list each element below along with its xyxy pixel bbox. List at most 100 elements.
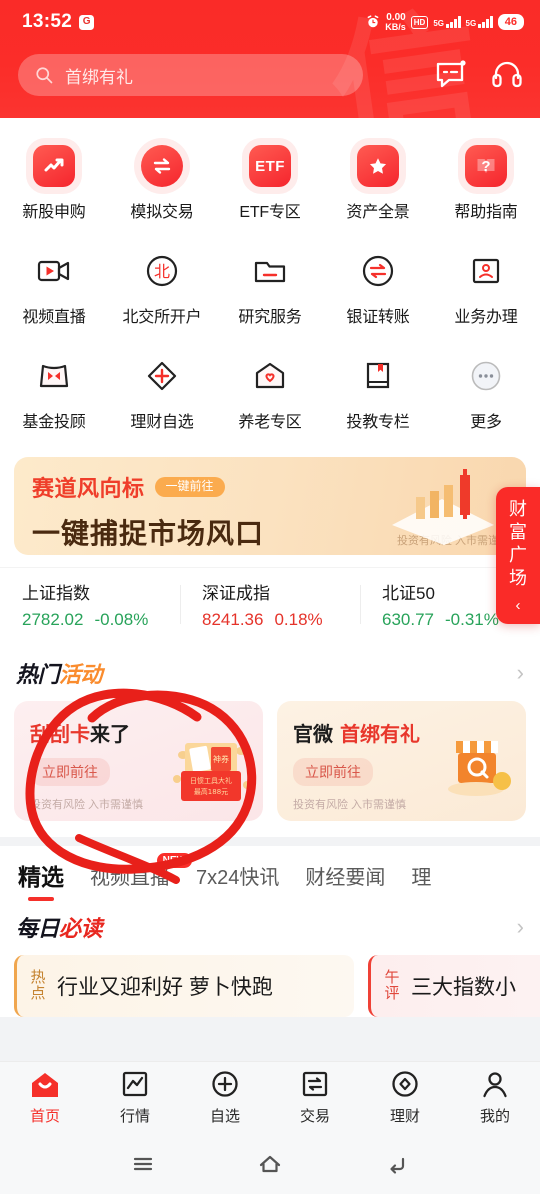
banner-title: 赛道风向标	[32, 477, 145, 502]
chevron-right-icon[interactable]: ›	[517, 662, 524, 684]
trade-icon	[302, 1071, 328, 1096]
nav-label: 我的	[479, 1107, 510, 1125]
grid-item-asset-overview[interactable]: 资产全景	[324, 132, 432, 233]
search-row: 首绑有礼	[0, 44, 540, 106]
chevron-right-icon[interactable]: ›	[517, 916, 524, 938]
bookmark-book-icon	[353, 351, 403, 401]
grid-item-label: 研究服务	[238, 309, 302, 326]
grid-item-label: ETF专区	[239, 204, 301, 221]
grid-item-label: 基金投顾	[22, 414, 86, 431]
index-value: 2782.02	[22, 610, 84, 629]
index-item-sse[interactable]: 上证指数 2782.02 -0.08%	[0, 579, 180, 630]
activity-card-wechat-bind[interactable]: 官微 首绑有礼 立即前往 投资有风险 入市需谨慎	[277, 701, 526, 821]
news-badge: 热点	[30, 969, 46, 1002]
battery-indicator: 46	[497, 14, 524, 30]
hot-activity-title-a: 热门	[16, 663, 60, 688]
nav-item-profile[interactable]: 我的	[450, 1070, 540, 1126]
chevron-left-icon[interactable]: ‹	[516, 597, 521, 614]
menu-icon[interactable]	[126, 1147, 160, 1181]
tab-featured[interactable]: 精选	[18, 858, 64, 901]
nav-item-finance[interactable]: 理财	[360, 1070, 450, 1126]
promo-banner[interactable]: 赛道风向标 一键前往 一键捕捉市场风口 投资有风险 入市需谨慎	[14, 457, 526, 555]
back-icon[interactable]	[380, 1147, 414, 1181]
grid-item-wealth-watchlist[interactable]: 理财自选	[108, 342, 216, 443]
grid-item-investor-edu[interactable]: 投教专栏	[324, 342, 432, 443]
house-heart-icon	[245, 351, 295, 401]
grid-item-pension[interactable]: 养老专区	[216, 342, 324, 443]
activity-cta-button[interactable]: 立即前往	[30, 758, 110, 786]
headset-icon[interactable]	[490, 58, 524, 92]
grid-item-label: 业务办理	[454, 309, 518, 326]
wealth-plaza-side-tab[interactable]: 财 富 广 场 ‹	[496, 487, 540, 624]
tab-wealth[interactable]: 理	[411, 861, 431, 899]
grid-item-business[interactable]: 业务办理	[432, 237, 540, 338]
new-badge: NEW	[156, 852, 192, 868]
grid-item-video-live[interactable]: 视频直播	[0, 237, 108, 338]
person-icon	[483, 1071, 507, 1097]
search-input[interactable]: 首绑有礼	[18, 54, 363, 96]
nav-item-home[interactable]: 首页	[0, 1070, 90, 1126]
index-item-szse[interactable]: 深证成指 8241.36 0.18%	[180, 579, 360, 630]
question-book-icon: ?	[461, 141, 511, 191]
folder-icon	[245, 246, 295, 296]
status-time: 13:52	[22, 11, 73, 32]
news-card[interactable]: 热点 行业又迎利好 萝卜快跑	[14, 955, 354, 1017]
home-outline-icon[interactable]	[253, 1147, 287, 1181]
etf-icon: ETF	[245, 141, 295, 191]
news-title: 行业又迎利好 萝卜快跑	[57, 976, 273, 999]
activity-title-b: 首绑有礼	[339, 722, 420, 746]
svg-text:最高188元: 最高188元	[194, 787, 228, 796]
nav-item-quotes[interactable]: 行情	[90, 1070, 180, 1126]
exchange-arrows-icon	[137, 141, 187, 191]
tab-7x24-news[interactable]: 7x24快讯	[196, 861, 279, 899]
grid-item-bank-transfer[interactable]: 银证转账	[324, 237, 432, 338]
grid-item-research[interactable]: 研究服务	[216, 237, 324, 338]
side-tab-char: 场	[509, 568, 527, 588]
banner-cta-pill[interactable]: 一键前往	[154, 477, 225, 497]
tab-label: 精选	[18, 864, 64, 890]
nav-label: 行情	[119, 1107, 150, 1125]
app-header: 信 13:52 G 0.00 KB/s HD 5G 5G 46 首绑有礼	[0, 0, 540, 118]
nav-item-trade[interactable]: 交易	[270, 1070, 360, 1126]
news-badge: 午评	[384, 969, 400, 1002]
grid-item-sim-trade[interactable]: 模拟交易	[108, 132, 216, 233]
svg-text:北: 北	[154, 262, 170, 281]
grid-item-label: 视频直播	[22, 309, 86, 326]
grid-item-more[interactable]: 更多	[432, 342, 540, 443]
side-tab-char: 富	[509, 522, 527, 542]
daily-read-section: 每日必读 › 热点 行业又迎利好 萝卜快跑 午评 三大指数小	[0, 899, 540, 1017]
grid-item-new-stock[interactable]: 新股申购	[0, 132, 108, 233]
nav-item-watchlist[interactable]: 自选	[180, 1070, 270, 1126]
plus-circle-icon	[212, 1070, 238, 1097]
message-icon[interactable]	[434, 58, 468, 92]
grid-item-label: 帮助指南	[454, 204, 518, 221]
index-quote-bar: 上证指数 2782.02 -0.08% 深证成指 8241.36 0.18% 北…	[0, 567, 540, 643]
hot-activity-title: 热门活动	[16, 657, 103, 689]
grid-item-fund-advisor[interactable]: 基金投顾	[0, 342, 108, 443]
diamond-plus-icon	[137, 351, 187, 401]
grid-item-help-guide[interactable]: ? 帮助指南	[432, 132, 540, 233]
tab-video-live[interactable]: 视频直播 NEW	[90, 852, 192, 899]
search-icon	[36, 67, 53, 84]
signal-sim1: 5G	[433, 16, 461, 28]
activity-card-scratch[interactable]: 刮刮卡来了 立即前往 投资有风险 入市需谨慎 神券 日惯工具大礼 最高188元	[14, 701, 263, 821]
tab-label: 理	[411, 866, 432, 889]
tab-label: 7x24快讯	[196, 866, 280, 889]
trend-up-icon	[29, 141, 79, 191]
more-dots-icon	[461, 351, 511, 401]
grid-item-label: 银证转账	[346, 309, 410, 326]
gift-box-icon: 神券 日惯工具大礼 最高188元	[173, 743, 251, 801]
grid-item-etf[interactable]: ETF ETF专区	[216, 132, 324, 233]
grid-item-label: 更多	[470, 414, 502, 431]
index-change: -0.31%	[445, 610, 499, 629]
svg-text:?: ?	[481, 158, 490, 175]
side-tab-char: 广	[509, 545, 527, 565]
tab-finance-headlines[interactable]: 财经要闻	[305, 861, 385, 899]
home-icon	[32, 1072, 58, 1097]
activity-cta-button[interactable]: 立即前往	[293, 758, 373, 786]
activity-risk-note: 投资有风险 入市需谨慎	[30, 799, 144, 811]
activity-title-a: 官微	[293, 722, 333, 746]
hot-activity-section: 热门活动 › 刮刮卡来了 立即前往 投资有风险 入市需谨慎 神券 日惯工具大礼 …	[0, 643, 540, 837]
news-card[interactable]: 午评 三大指数小	[368, 955, 540, 1017]
grid-item-bse-account[interactable]: 北 北交所开户	[108, 237, 216, 338]
